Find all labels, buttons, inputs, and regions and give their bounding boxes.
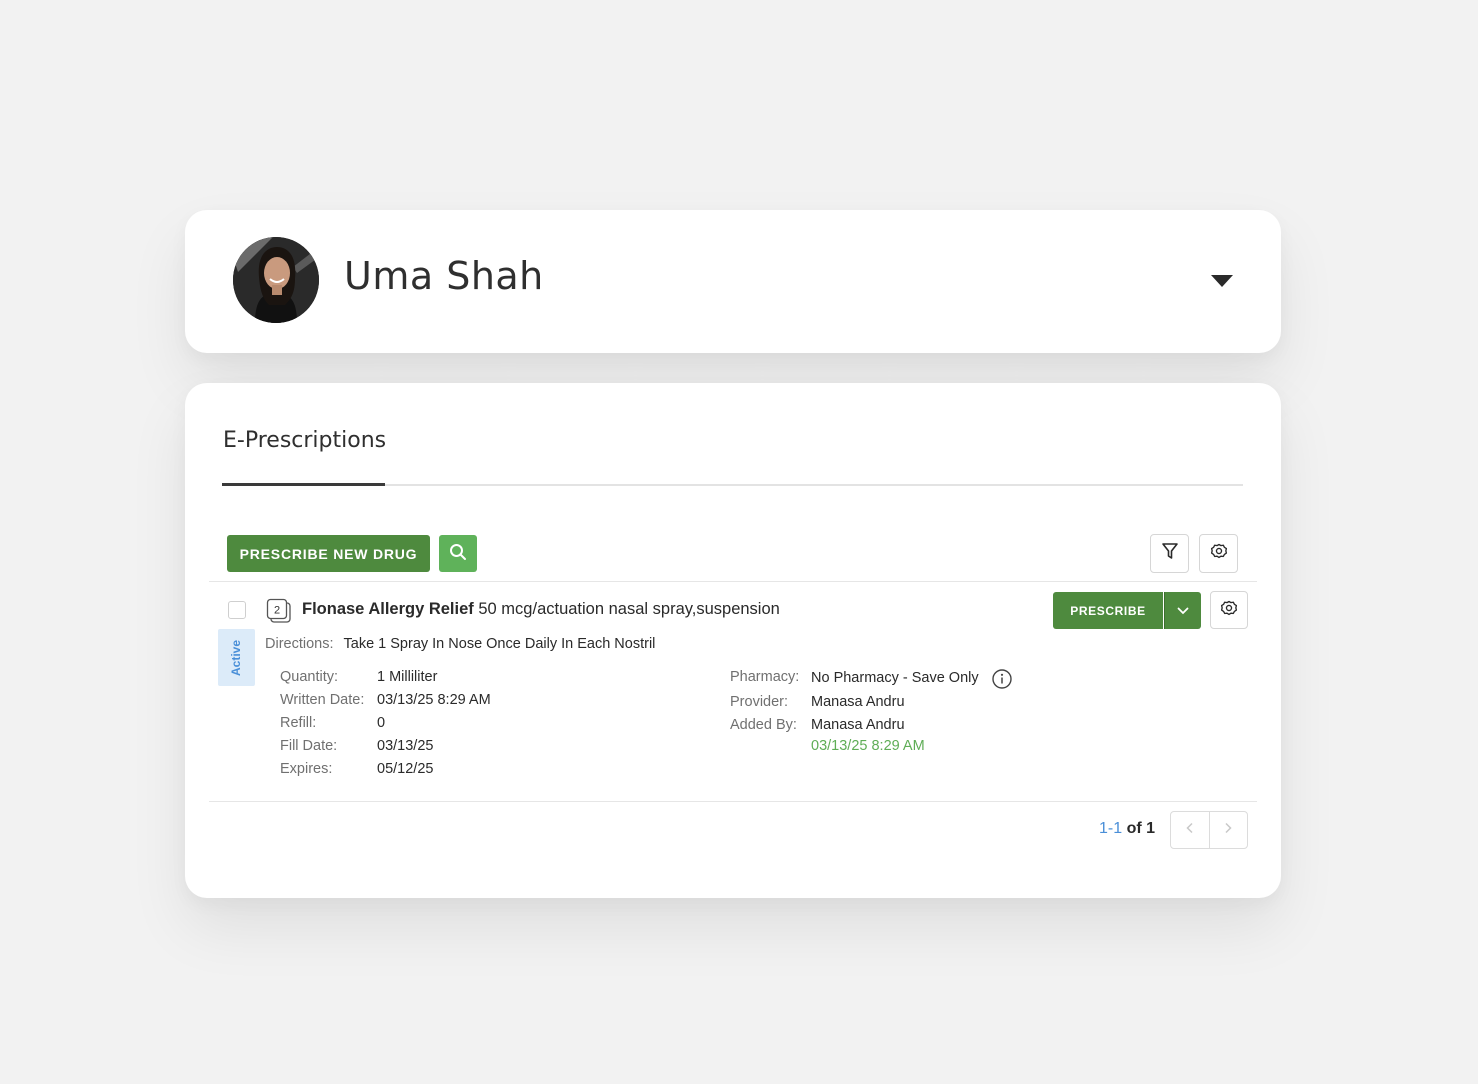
row-divider-bottom xyxy=(209,801,1257,802)
filter-icon xyxy=(1161,542,1179,565)
drug-title: Flonase Allergy Relief 50 mcg/actuation … xyxy=(302,600,780,619)
expires-value: 05/12/25 xyxy=(377,761,434,777)
directions: Directions: Take 1 Spray In Nose Once Dai… xyxy=(265,636,655,652)
added-by-label: Added By: xyxy=(730,717,797,733)
previous-page-button[interactable] xyxy=(1171,812,1209,848)
drug-name: Flonase Allergy Relief xyxy=(302,600,474,618)
patient-name: Uma Shah xyxy=(344,254,544,298)
filter-button[interactable] xyxy=(1150,534,1189,573)
written-date-label: Written Date: xyxy=(280,692,365,708)
pharmacy-label: Pharmacy: xyxy=(730,669,800,685)
tab-eprescriptions[interactable]: E-Prescriptions xyxy=(223,428,386,453)
chevron-down-icon xyxy=(1177,603,1189,618)
eprescriptions-card: E-Prescriptions PRESCRIBE NEW DRUG Activ… xyxy=(185,383,1281,898)
pagination-range: 1-1 xyxy=(1099,820,1123,837)
written-date-value: 03/13/25 8:29 AM xyxy=(377,692,491,708)
row-divider-top xyxy=(209,581,1257,582)
fill-date-label: Fill Date: xyxy=(280,738,338,754)
pagination-summary: 1-1 of 1 xyxy=(1099,820,1155,838)
search-button[interactable] xyxy=(439,535,477,572)
expires-label: Expires: xyxy=(280,761,333,777)
refill-count-number: 2 xyxy=(274,605,280,617)
search-icon xyxy=(449,543,467,564)
drug-detail: 50 mcg/actuation nasal spray,suspension xyxy=(478,600,780,618)
refill-count-icon: 2 xyxy=(266,598,292,624)
pharmacy-value: No Pharmacy - Save Only xyxy=(811,670,979,686)
pagination-total: of 1 xyxy=(1126,820,1156,837)
row-settings-button[interactable] xyxy=(1210,591,1248,629)
prescribe-options-button[interactable] xyxy=(1164,592,1201,629)
gear-icon xyxy=(1220,599,1238,622)
quantity-label: Quantity: xyxy=(280,669,339,685)
caret-down-icon[interactable] xyxy=(1209,272,1235,290)
added-at-timestamp: 03/13/25 8:29 AM xyxy=(811,738,925,754)
directions-value: Take 1 Spray In Nose Once Daily In Each … xyxy=(343,636,656,652)
status-badge: Active xyxy=(218,629,255,686)
info-icon[interactable] xyxy=(991,668,1013,690)
patient-header-card: Uma Shah xyxy=(185,210,1281,353)
row-select-checkbox[interactable] xyxy=(228,601,246,619)
provider-label: Provider: xyxy=(730,694,789,710)
fill-date-value: 03/13/25 xyxy=(377,738,434,754)
status-badge-label: Active xyxy=(229,639,244,676)
refill-value: 0 xyxy=(377,715,386,731)
list-settings-button[interactable] xyxy=(1199,534,1238,573)
chevron-left-icon xyxy=(1186,821,1194,839)
active-tab-indicator xyxy=(222,483,385,486)
refill-label: Refill: xyxy=(280,715,317,731)
avatar xyxy=(233,237,319,323)
directions-label: Directions: xyxy=(265,636,334,652)
chevron-right-icon xyxy=(1224,821,1232,839)
added-by-value: Manasa Andru xyxy=(811,717,905,733)
prescribe-button[interactable]: PRESCRIBE xyxy=(1053,592,1163,629)
quantity-value: 1 Milliliter xyxy=(377,669,438,685)
prescribe-new-drug-button[interactable]: PRESCRIBE NEW DRUG xyxy=(227,535,430,572)
pagination-controls xyxy=(1170,811,1248,849)
next-page-button[interactable] xyxy=(1208,812,1248,848)
gear-icon xyxy=(1210,542,1228,565)
provider-value: Manasa Andru xyxy=(811,694,905,710)
